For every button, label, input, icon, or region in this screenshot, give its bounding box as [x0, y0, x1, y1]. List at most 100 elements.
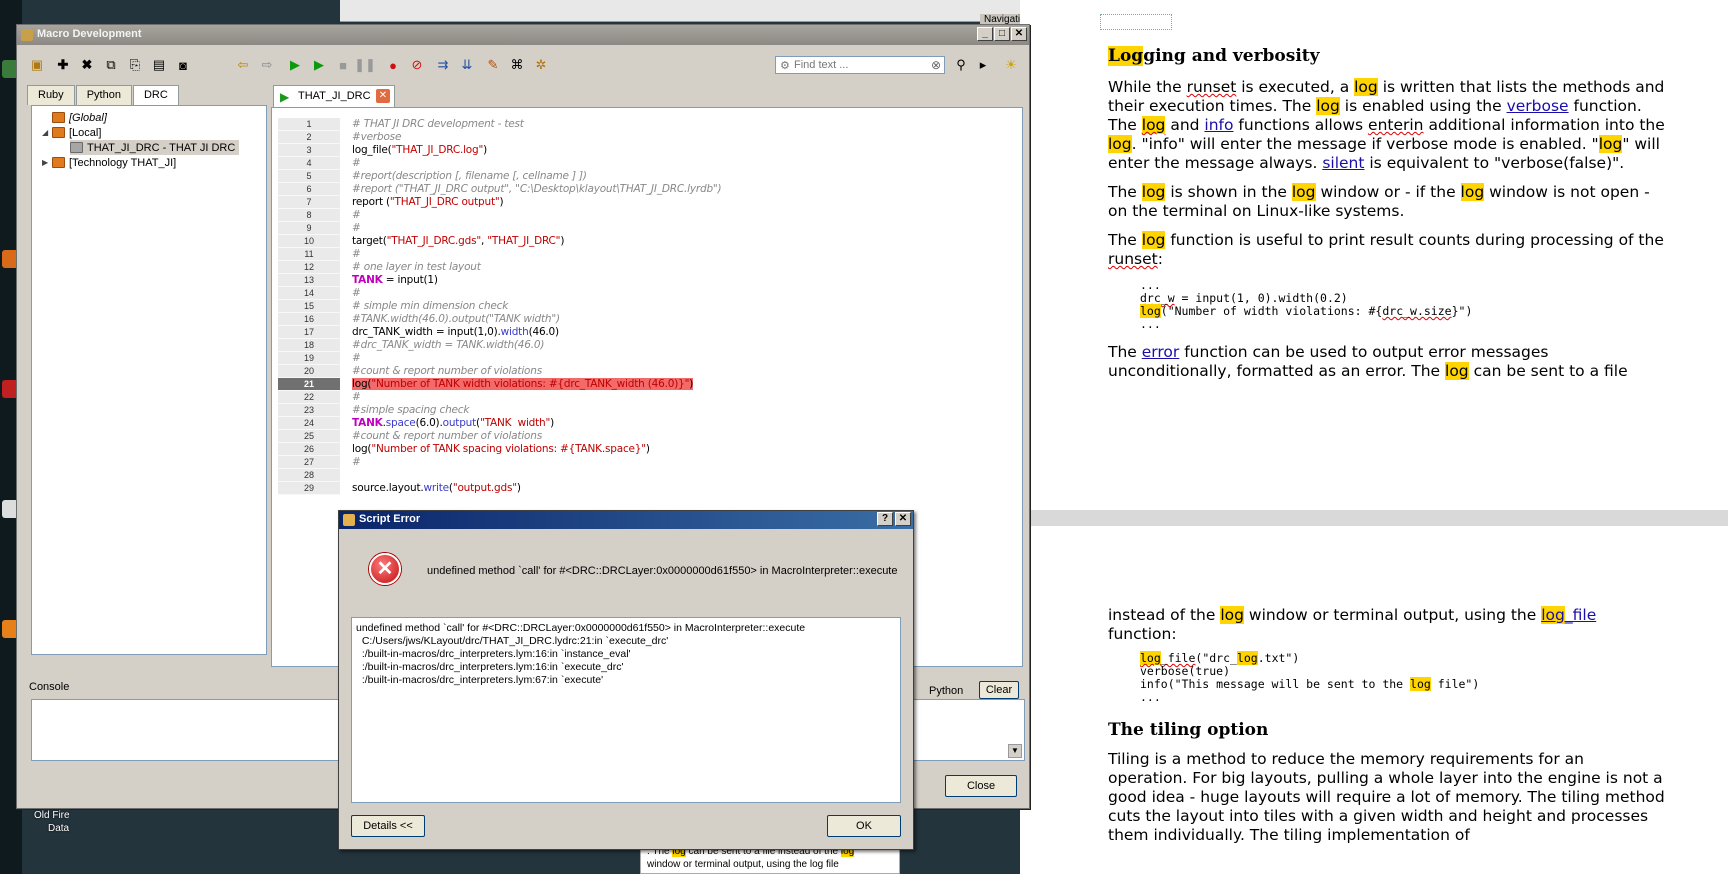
maximize-button[interactable]: □	[994, 27, 1010, 41]
close-button[interactable]: Close	[945, 775, 1017, 797]
code-line[interactable]: # one layer in test layout	[352, 261, 1012, 274]
line-number[interactable]: 14	[278, 287, 340, 300]
run-from-current-icon[interactable]: ▶	[309, 55, 329, 75]
save-icon[interactable]: ▤	[149, 55, 169, 75]
silent-link[interactable]: silent	[1322, 154, 1364, 172]
tree-item-that-ji-drc[interactable]: THAT_JI_DRC - THAT JI DRC	[70, 140, 240, 155]
line-number[interactable]: 18	[278, 339, 340, 352]
code-line[interactable]: log_file("THAT_JI_DRC.log")	[352, 144, 1012, 157]
line-number[interactable]: 12	[278, 261, 340, 274]
error-details-text[interactable]: undefined method `call' for #<DRC::DRCLa…	[351, 617, 901, 803]
pause-icon[interactable]: ❚❚	[354, 55, 376, 75]
stop-icon[interactable]: ■	[333, 55, 353, 75]
editor-tab-that-ji-drc[interactable]: ▶ THAT_JI_DRC ✕	[273, 85, 395, 107]
code-line[interactable]: #	[352, 222, 1012, 235]
gear-icon[interactable]: ✲	[531, 55, 551, 75]
line-number[interactable]: 29	[278, 482, 340, 495]
line-number[interactable]: 4	[278, 157, 340, 170]
verbose-link[interactable]: verbose	[1507, 97, 1569, 115]
tree-item-local[interactable]: ◢ [Local]	[42, 125, 101, 140]
log-file-link[interactable]: log_file	[1541, 606, 1596, 624]
code-line[interactable]: #	[352, 209, 1012, 222]
code-line[interactable]: # simple min dimension check	[352, 300, 1012, 313]
help-bulb-icon[interactable]: ☀	[1001, 55, 1021, 75]
code-line[interactable]: #	[352, 157, 1012, 170]
code-line[interactable]: #	[352, 248, 1012, 261]
code-line[interactable]	[352, 469, 1012, 482]
line-number[interactable]: 23	[278, 404, 340, 417]
line-number[interactable]: 22	[278, 391, 340, 404]
line-number[interactable]: 3	[278, 144, 340, 157]
collapse-arrow-icon[interactable]: ◢	[42, 128, 52, 137]
line-number[interactable]: 25	[278, 430, 340, 443]
find-icon[interactable]: ⚲	[951, 55, 971, 75]
error-code-line[interactable]: log("Number of TANK width violations: #{…	[352, 378, 1012, 391]
delete-icon[interactable]: ✖	[77, 55, 97, 75]
find-next-icon[interactable]: ▸	[973, 55, 993, 75]
line-number[interactable]: 19	[278, 352, 340, 365]
line-number[interactable]: 7	[278, 196, 340, 209]
line-number[interactable]: 9	[278, 222, 340, 235]
code-line[interactable]: #count & report number of violations	[352, 365, 1012, 378]
line-number[interactable]: 6	[278, 183, 340, 196]
new-macro-icon[interactable]: ▣	[27, 55, 47, 75]
line-number[interactable]: 24	[278, 417, 340, 430]
tab-python[interactable]: Python	[75, 85, 132, 105]
scroll-down-icon[interactable]: ▼	[1008, 744, 1022, 758]
save-all-icon[interactable]: ◙	[173, 55, 193, 75]
run-icon[interactable]: ▶	[285, 55, 305, 75]
code-line[interactable]: #simple spacing check	[352, 404, 1012, 417]
help-button[interactable]: ?	[877, 512, 893, 526]
line-number[interactable]: 16	[278, 313, 340, 326]
code-line[interactable]: #TANK.width(46.0).output("TANK width")	[352, 313, 1012, 326]
code-line[interactable]: log("Number of TANK spacing violations: …	[352, 443, 1012, 456]
window-titlebar[interactable]: Macro Development _ □ ✕	[17, 25, 1029, 45]
code-line[interactable]: #drc_TANK_width = TANK.width(46.0)	[352, 339, 1012, 352]
code-line[interactable]: #report ("THAT_JI_DRC output", "C:\Deskt…	[352, 183, 1012, 196]
code-line[interactable]: target("THAT_JI_DRC.gds", "THAT_JI_DRC")	[352, 235, 1012, 248]
code-line[interactable]: report ("THAT_JI_DRC output")	[352, 196, 1012, 209]
find-text-input[interactable]: ⚙ Find text ... ⊗	[775, 56, 945, 74]
rename-icon[interactable]: ⧉	[101, 55, 121, 75]
line-number[interactable]: 10	[278, 235, 340, 248]
code-line[interactable]: #	[352, 287, 1012, 300]
forward-arrow-icon[interactable]: ⇨	[257, 55, 277, 75]
line-number[interactable]: 26	[278, 443, 340, 456]
code-line[interactable]: source.layout.write("output.gds")	[352, 482, 1012, 495]
back-arrow-icon[interactable]: ⇦	[233, 55, 253, 75]
line-number[interactable]: 20	[278, 365, 340, 378]
tab-drc[interactable]: DRC	[132, 85, 179, 105]
step-into-icon[interactable]: ⇊	[457, 55, 477, 75]
breakpoint-icon[interactable]: ●	[383, 55, 403, 75]
line-number[interactable]: 2	[278, 131, 340, 144]
close-window-button[interactable]: ✕	[1011, 27, 1027, 41]
tree-item-global[interactable]: [Global]	[42, 110, 107, 125]
close-dialog-button[interactable]: ✕	[895, 512, 911, 526]
line-number[interactable]: 28	[278, 469, 340, 482]
code-line[interactable]: #	[352, 391, 1012, 404]
code-line[interactable]: TANK = input(1)	[352, 274, 1012, 287]
line-number[interactable]: 5	[278, 170, 340, 183]
line-number[interactable]: 1	[278, 118, 340, 131]
dialog-titlebar[interactable]: Script Error ? ✕	[339, 511, 913, 529]
code-line[interactable]: #count & report number of violations	[352, 430, 1012, 443]
clear-breakpoints-icon[interactable]: ⊘	[407, 55, 427, 75]
line-number[interactable]: 21	[278, 378, 340, 391]
details-button[interactable]: Details <<	[351, 815, 425, 837]
code-line[interactable]: #	[352, 352, 1012, 365]
minimize-button[interactable]: _	[977, 27, 993, 41]
code-line[interactable]: #report(description [, filename [, celln…	[352, 170, 1012, 183]
clear-search-icon[interactable]: ⊗	[931, 58, 941, 72]
tree-item-technology[interactable]: ▶ [Technology THAT_JI]	[42, 155, 176, 170]
clear-button[interactable]: Clear	[979, 681, 1019, 699]
import-icon[interactable]: ⎘	[125, 55, 145, 75]
code-line[interactable]: TANK.space(6.0).output("TANK width")	[352, 417, 1012, 430]
info-link[interactable]: info	[1204, 116, 1233, 134]
line-number[interactable]: 27	[278, 456, 340, 469]
properties-icon[interactable]: ⌘	[507, 55, 527, 75]
error-link[interactable]: error	[1142, 343, 1180, 361]
ok-button[interactable]: OK	[827, 815, 901, 837]
expand-arrow-icon[interactable]: ▶	[42, 158, 52, 167]
code-line[interactable]: #verbose	[352, 131, 1012, 144]
line-number[interactable]: 15	[278, 300, 340, 313]
